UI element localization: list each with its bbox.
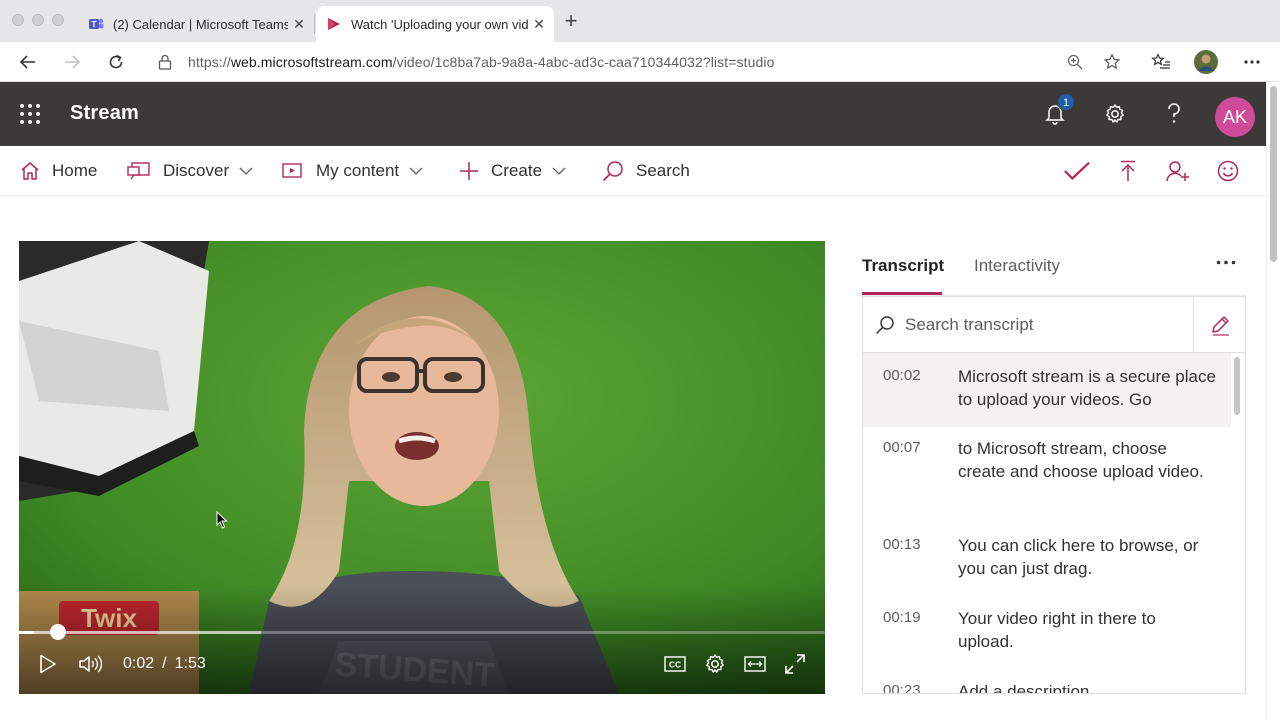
user-avatar[interactable]: AK bbox=[1215, 97, 1255, 137]
transcript-timestamp[interactable]: 00:13 bbox=[863, 534, 958, 594]
play-icon[interactable] bbox=[35, 651, 61, 677]
nav-my-content-label: My content bbox=[316, 161, 400, 180]
volume-icon[interactable] bbox=[76, 651, 104, 677]
back-arrow-icon[interactable] bbox=[16, 50, 40, 74]
more-options-icon[interactable] bbox=[1214, 250, 1238, 274]
transcript-entry[interactable]: 00:19 Your video right in there to uploa… bbox=[863, 607, 1231, 667]
svg-text:CC: CC bbox=[669, 660, 681, 670]
url-text: https://web.microsoftstream.com/video/1c… bbox=[188, 54, 775, 70]
transcript-search-field[interactable]: Search transcript bbox=[862, 296, 1246, 353]
checkmark-icon[interactable] bbox=[1064, 158, 1090, 184]
add-person-icon[interactable] bbox=[1165, 158, 1191, 184]
refresh-icon[interactable] bbox=[104, 50, 128, 74]
active-tab-indicator bbox=[862, 292, 942, 295]
transcript-entry[interactable]: 00:02 Microsoft stream is a secure place… bbox=[863, 353, 1231, 427]
plus-icon bbox=[459, 161, 479, 181]
transcript-entry[interactable]: 00:23 Add a description bbox=[863, 680, 1231, 694]
new-tab-button[interactable]: + bbox=[560, 10, 582, 33]
transcript-text: You can click here to browse, or you can… bbox=[958, 536, 1199, 578]
nav-home[interactable]: Home bbox=[20, 159, 97, 183]
tab-interactivity[interactable]: Interactivity bbox=[974, 256, 1060, 276]
closed-captions-icon[interactable]: CC bbox=[662, 651, 688, 677]
browser-tab-teams[interactable]: T (2) Calendar | Microsoft Teams ✕ bbox=[78, 6, 314, 42]
nav-my-content[interactable]: My content bbox=[282, 159, 423, 183]
nav-create-label: Create bbox=[491, 161, 543, 180]
forward-arrow-icon[interactable] bbox=[60, 50, 84, 74]
transcript-text: to Microsoft stream, choose create and c… bbox=[958, 439, 1204, 481]
search-icon bbox=[875, 315, 895, 335]
transcript-scrollbar[interactable] bbox=[1234, 357, 1240, 415]
nav-discover[interactable]: Discover bbox=[127, 159, 253, 183]
discover-icon bbox=[127, 161, 151, 181]
progress-thumb[interactable] bbox=[49, 624, 66, 640]
window-zoom-button[interactable] bbox=[52, 14, 64, 26]
settings-gear-icon[interactable] bbox=[1101, 100, 1129, 128]
page-scrollbar[interactable] bbox=[1266, 82, 1280, 720]
tab-title: Watch 'Uploading your own videos' bbox=[351, 16, 528, 32]
transcript-list: 00:02 Microsoft stream is a secure place… bbox=[862, 352, 1246, 694]
chevron-down-icon bbox=[552, 167, 566, 175]
lock-icon bbox=[158, 54, 172, 70]
nav-home-label: Home bbox=[52, 161, 98, 180]
transcript-timestamp[interactable]: 00:23 bbox=[863, 680, 958, 693]
close-icon[interactable]: ✕ bbox=[528, 16, 550, 33]
transcript-timestamp[interactable]: 00:07 bbox=[863, 437, 958, 527]
fullscreen-icon[interactable] bbox=[782, 651, 808, 677]
nav-search-label: Search bbox=[636, 161, 690, 180]
duration: 1:53 bbox=[174, 655, 206, 672]
window-minimize-button[interactable] bbox=[32, 14, 44, 26]
transcript-search-placeholder: Search transcript bbox=[905, 314, 1034, 334]
chevron-down-icon bbox=[409, 167, 423, 175]
transcript-timestamp[interactable]: 00:19 bbox=[863, 607, 958, 667]
transcript-text: Add a description bbox=[958, 682, 1090, 694]
browser-tab-stream[interactable]: Watch 'Uploading your own videos' ✕ bbox=[316, 6, 554, 42]
playback-time: 0:02/1:53 bbox=[123, 655, 206, 672]
chevron-down-icon bbox=[239, 167, 253, 175]
teams-icon: T bbox=[88, 16, 104, 32]
feedback-smiley-icon[interactable] bbox=[1215, 158, 1241, 184]
search-icon bbox=[602, 160, 624, 182]
my-content-icon bbox=[282, 162, 304, 180]
side-panel-tabs: Transcript Interactivity bbox=[862, 250, 1246, 296]
edit-transcript-pencil-icon[interactable] bbox=[1193, 296, 1245, 353]
favorite-star-icon[interactable] bbox=[1103, 53, 1121, 71]
zoom-icon[interactable] bbox=[1066, 53, 1084, 71]
browser-tab-bar: T (2) Calendar | Microsoft Teams ✕ Watch… bbox=[0, 0, 1280, 42]
tab-title: (2) Calendar | Microsoft Teams bbox=[113, 16, 288, 32]
stream-header: Stream bbox=[0, 82, 1266, 146]
nav-create[interactable]: Create bbox=[459, 159, 566, 183]
player-settings-icon[interactable] bbox=[702, 651, 728, 677]
transcript-text: Your video right in there to upload. bbox=[958, 609, 1156, 651]
mouse-cursor-icon bbox=[216, 511, 228, 529]
close-icon[interactable]: ✕ bbox=[288, 16, 310, 33]
app-launcher-icon[interactable] bbox=[19, 103, 41, 125]
upload-icon[interactable] bbox=[1115, 158, 1141, 184]
theater-mode-icon[interactable] bbox=[742, 651, 768, 677]
transcript-text: Microsoft stream is a secure place to up… bbox=[958, 367, 1216, 409]
stream-icon bbox=[326, 16, 342, 32]
browser-address-bar: https://web.microsoftstream.com/video/1c… bbox=[0, 42, 1280, 82]
stream-nav-bar: Home Discover My content Create Search bbox=[0, 146, 1266, 196]
transcript-entry[interactable]: 00:13 You can click here to browse, or y… bbox=[863, 534, 1231, 594]
home-icon bbox=[20, 161, 40, 181]
svg-text:T: T bbox=[92, 20, 97, 29]
profile-avatar[interactable] bbox=[1194, 50, 1218, 74]
video-player[interactable]: Twix STUDENT 0:02/1:53 CC bbox=[19, 241, 825, 694]
nav-search[interactable]: Search bbox=[602, 159, 690, 183]
current-time: 0:02 bbox=[123, 655, 155, 672]
app-name[interactable]: Stream bbox=[70, 102, 139, 125]
url-field[interactable]: https://web.microsoftstream.com/video/1c… bbox=[146, 46, 1138, 78]
notification-count-badge: 1 bbox=[1057, 93, 1075, 111]
favorites-list-icon[interactable] bbox=[1149, 50, 1173, 74]
progress-bar[interactable] bbox=[19, 631, 825, 634]
window-close-button[interactable] bbox=[12, 14, 24, 26]
nav-discover-label: Discover bbox=[163, 161, 230, 180]
transcript-entry[interactable]: 00:07 to Microsoft stream, choose create… bbox=[863, 437, 1231, 527]
transcript-timestamp[interactable]: 00:02 bbox=[863, 365, 958, 427]
help-icon[interactable] bbox=[1160, 100, 1188, 128]
tab-transcript[interactable]: Transcript bbox=[862, 256, 944, 276]
more-menu-icon[interactable] bbox=[1240, 50, 1264, 74]
